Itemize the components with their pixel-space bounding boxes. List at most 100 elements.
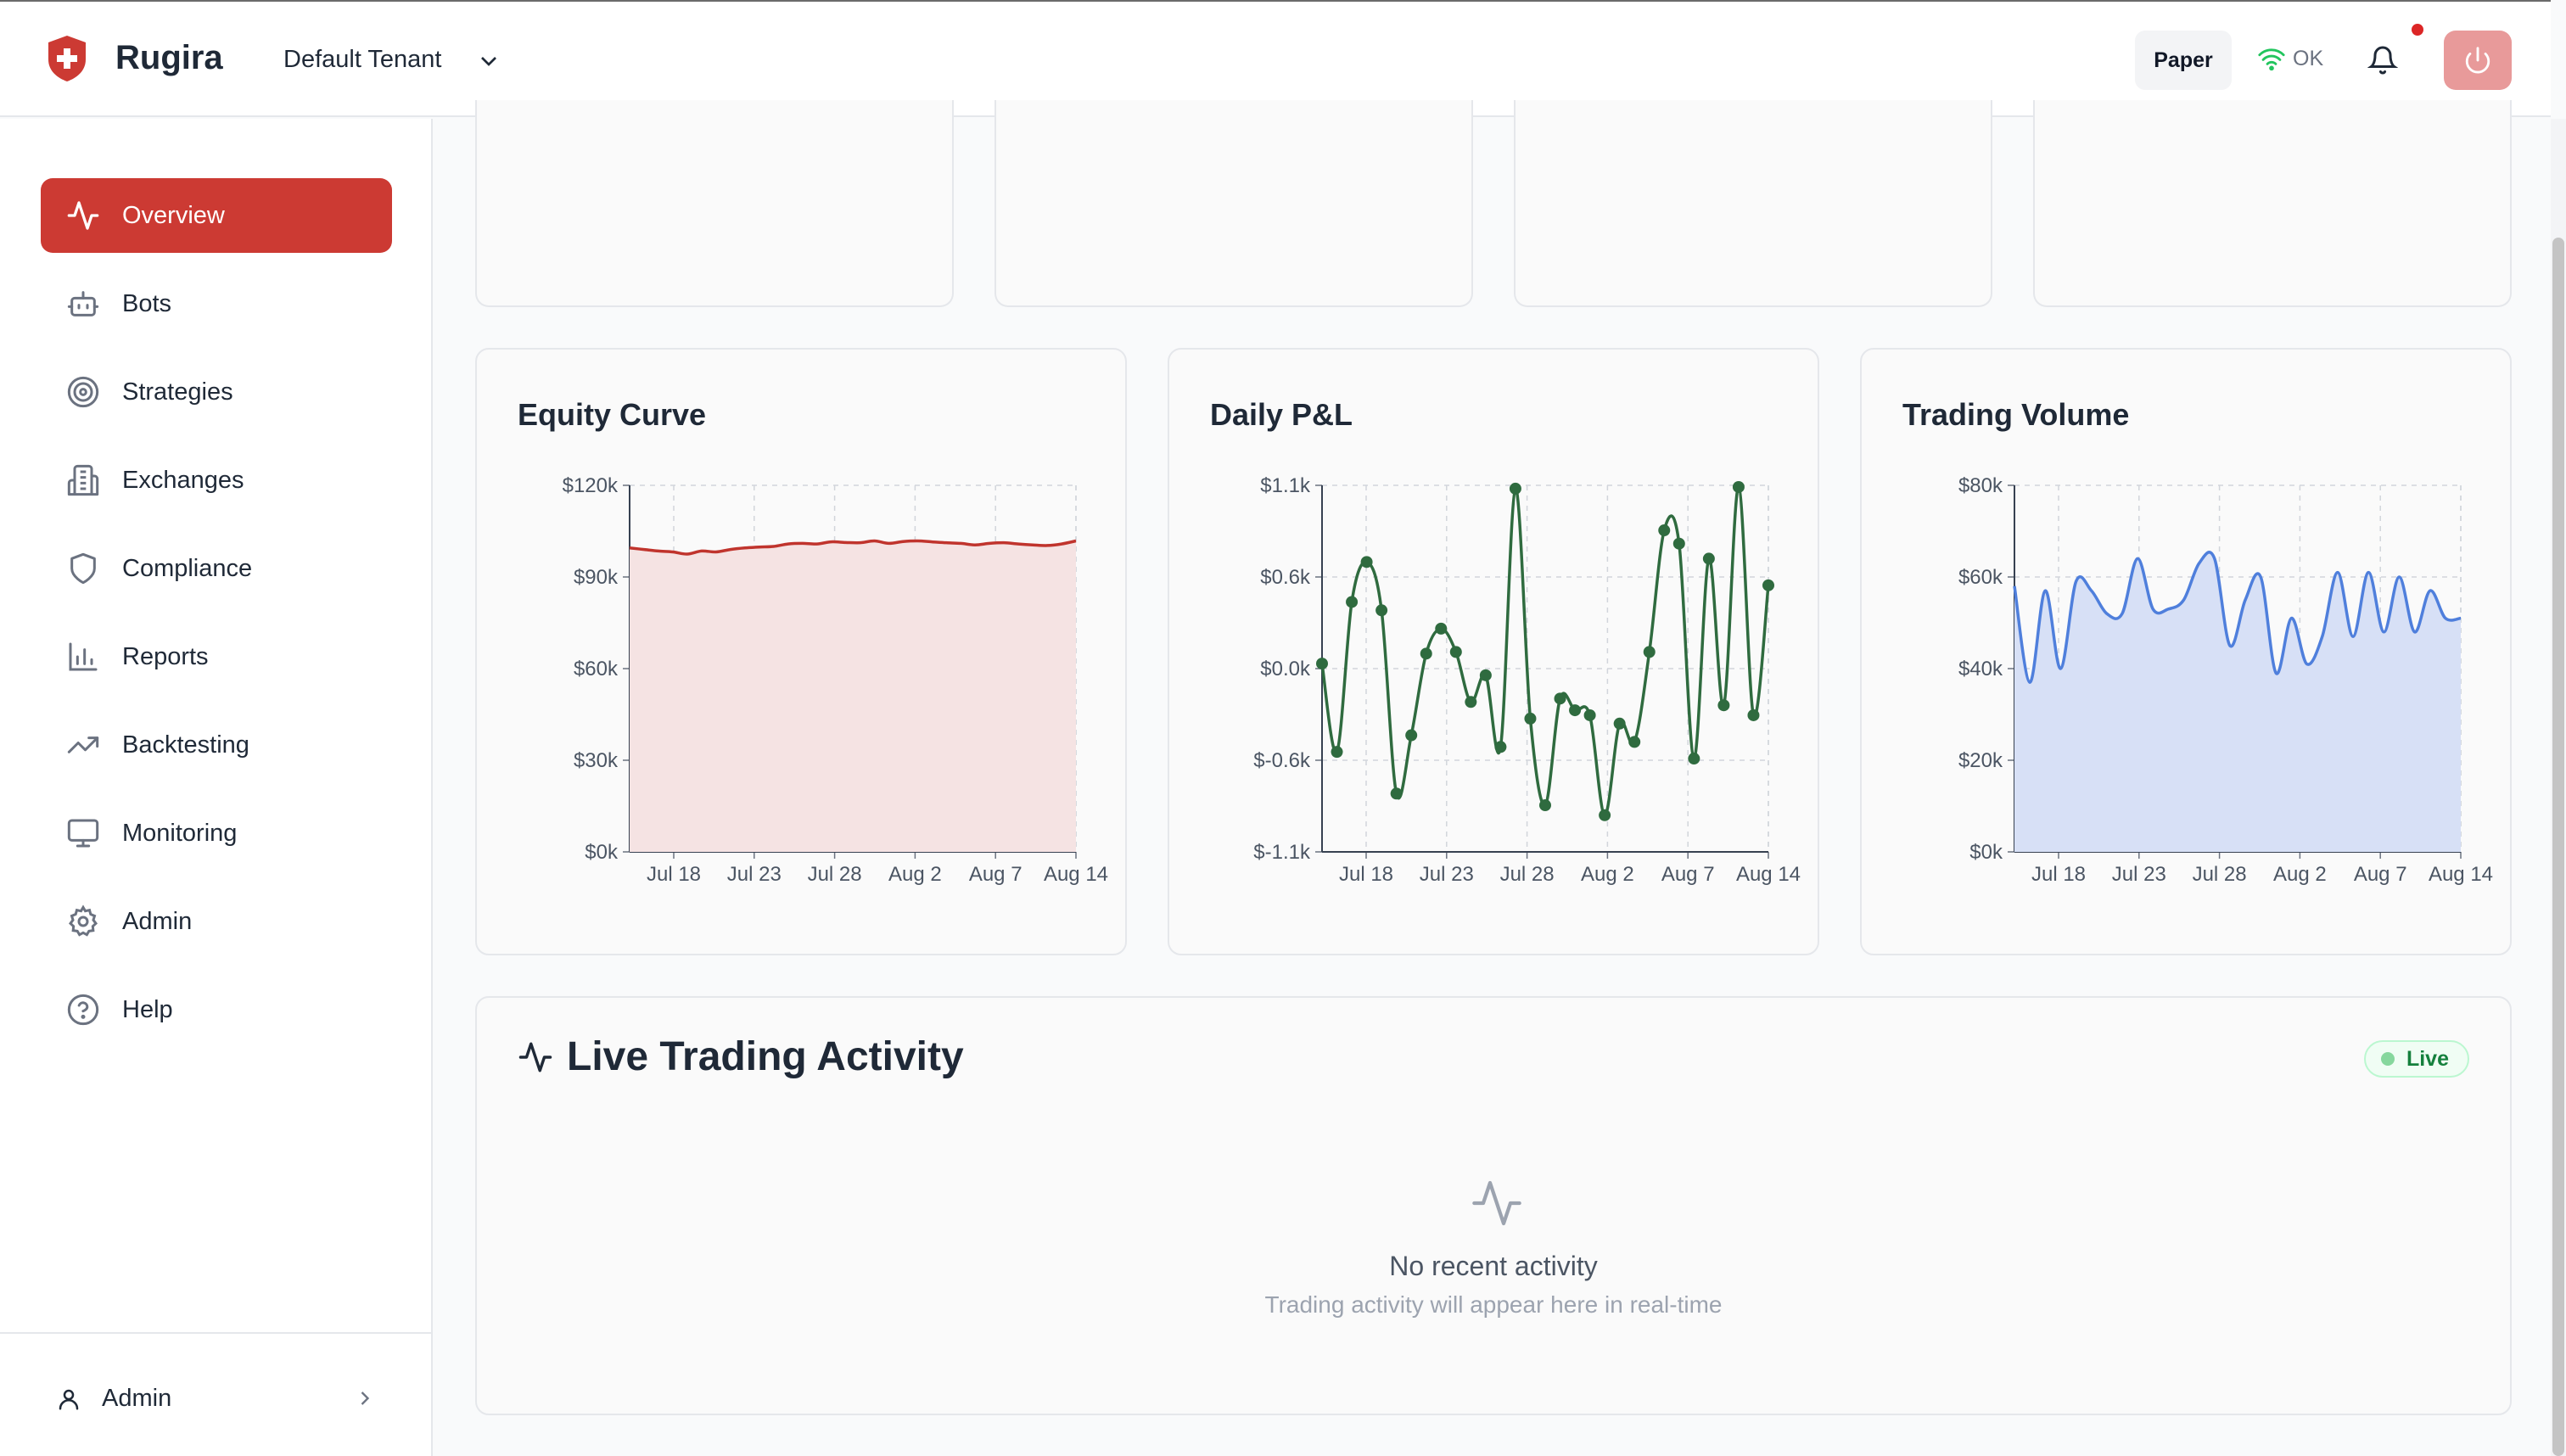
y-tick-label: $20k (1958, 749, 2003, 772)
y-tick-label: $0k (1969, 841, 2003, 864)
y-tick-label: $0k (585, 841, 619, 864)
trading-mode-button[interactable]: Paper (2135, 31, 2232, 90)
sidebar-item-label: Help (122, 995, 173, 1023)
data-point (1658, 524, 1671, 537)
shield-icon (66, 552, 100, 585)
x-tick-label: Aug 7 (1661, 863, 1715, 886)
building-icon (66, 463, 100, 497)
y-tick-label: $-1.1k (1253, 841, 1311, 864)
sidebar-item-bots[interactable]: Bots (41, 266, 392, 341)
data-point (1509, 482, 1521, 495)
bell-icon[interactable] (2367, 44, 2398, 76)
x-tick-label: Aug 14 (1044, 863, 1108, 886)
y-tick-label: $60k (574, 658, 619, 680)
data-point (1405, 729, 1418, 742)
empty-state-title: No recent activity (1389, 1251, 1598, 1281)
activity-icon (1472, 1180, 1521, 1226)
data-point (1554, 692, 1566, 705)
stat-card (994, 100, 1473, 307)
daily-pnl-chart: $-1.1k $-0.6k $0.0k $0.6k $1.1k Jul 18 Jul 23 J… (1253, 474, 1801, 886)
live-activity-card: Live Trading Activity Live No recent act… (475, 996, 2512, 1415)
live-dot (2380, 1052, 2395, 1066)
data-point (1762, 579, 1774, 591)
trending-up-icon (66, 728, 100, 762)
data-point (1375, 604, 1388, 617)
y-tick-label: $120k (563, 474, 619, 497)
activity-icon (518, 1042, 552, 1072)
data-point (1420, 647, 1432, 660)
daily-pnl-card: Daily P&L $-1.1k $-0.6k $0.0k $0.6k $1.1k Jul… (1168, 348, 1819, 955)
sidebar-item-admin[interactable]: Admin (41, 884, 392, 959)
status-label: OK (2293, 46, 2324, 70)
data-point (1717, 699, 1730, 712)
live-badge: Live (2363, 1040, 2469, 1078)
notification-dot (2412, 24, 2423, 36)
data-point (1331, 746, 1343, 759)
sidebar-item-label: Strategies (122, 378, 233, 406)
data-point (1539, 799, 1551, 812)
sidebar-item-help[interactable]: Help (41, 972, 392, 1047)
gear-icon (66, 904, 100, 938)
tenant-selector[interactable]: Default Tenant (283, 46, 442, 74)
sidebar-item-compliance[interactable]: Compliance (41, 531, 392, 606)
data-point (1524, 712, 1537, 725)
scrollbar-thumb[interactable] (2552, 238, 2564, 1456)
bar-chart-icon (66, 640, 100, 674)
x-tick-label: Jul 28 (808, 863, 862, 886)
x-tick-label: Jul 23 (1420, 863, 1474, 886)
data-point (1435, 622, 1448, 635)
sidebar-item-label: Backtesting (122, 731, 249, 759)
bot-icon (66, 287, 100, 321)
sidebar-item-label: Bots (122, 289, 172, 317)
sidebar-item-strategies[interactable]: Strategies (41, 355, 392, 429)
wifi-icon (2258, 48, 2285, 71)
x-tick-label: Aug 14 (1736, 863, 1801, 886)
chevron-down-icon[interactable] (475, 48, 502, 75)
series-line (1320, 485, 1770, 817)
chevron-right-icon[interactable] (353, 1386, 377, 1410)
data-point (1346, 596, 1359, 608)
data-point (1479, 669, 1492, 681)
x-tick-label: Aug 2 (2273, 863, 2327, 886)
y-tick-label: $1.1k (1260, 474, 1311, 497)
x-tick-label: Jul 18 (1339, 863, 1393, 886)
target-icon (66, 375, 100, 409)
x-tick-label: Aug 2 (1581, 863, 1634, 886)
user-menu[interactable]: Admin (56, 1385, 171, 1413)
x-tick-label: Aug 14 (2429, 863, 2493, 886)
power-icon (2465, 47, 2490, 74)
y-tick-label: $0.6k (1260, 566, 1311, 589)
y-tick-label: $40k (1958, 658, 2003, 680)
x-tick-label: Aug 2 (888, 863, 942, 886)
sidebar-item-exchanges[interactable]: Exchanges (41, 443, 392, 518)
data-point (1747, 708, 1760, 721)
sidebar-item-backtesting[interactable]: Backtesting (41, 708, 392, 782)
sidebar-item-overview[interactable]: Overview (41, 178, 392, 253)
sidebar-footer: Admin (0, 1332, 431, 1456)
data-point (1599, 809, 1611, 821)
sidebar-item-label: Exchanges (122, 466, 244, 494)
power-button[interactable] (2444, 31, 2512, 90)
sidebar-item-reports[interactable]: Reports (41, 619, 392, 694)
x-tick-label: Jul 28 (1500, 863, 1555, 886)
y-tick-label: $80k (1958, 474, 2003, 497)
live-activity-title: Live Trading Activity (518, 1033, 964, 1080)
monitor-icon (66, 816, 100, 850)
data-point (1494, 741, 1507, 753)
user-icon (59, 1389, 79, 1409)
x-tick-label: Jul 28 (2193, 863, 2247, 886)
sidebar-item-label: Compliance (122, 554, 253, 582)
equity-curve-chart: $0k $30k $60k $90k $120k Jul 18 Jul 23 Jul 28 Au… (563, 474, 1108, 886)
y-tick-label: $-0.6k (1253, 749, 1311, 772)
data-point (1465, 696, 1477, 708)
y-tick-label: $0.0k (1260, 658, 1311, 680)
sidebar-item-monitoring[interactable]: Monitoring (41, 796, 392, 871)
stat-card (475, 100, 954, 307)
connection-status: OK (2257, 46, 2323, 71)
data-point (1583, 708, 1596, 721)
data-point (1449, 646, 1462, 658)
live-badge-label: Live (2406, 1046, 2449, 1071)
x-tick-label: Aug 7 (2354, 863, 2407, 886)
trading-volume-chart: $0k $20k $40k $60k $80k Jul 18 Jul 23 Jul 28 Aug… (1958, 474, 2493, 886)
x-tick-label: Jul 23 (2112, 863, 2166, 886)
